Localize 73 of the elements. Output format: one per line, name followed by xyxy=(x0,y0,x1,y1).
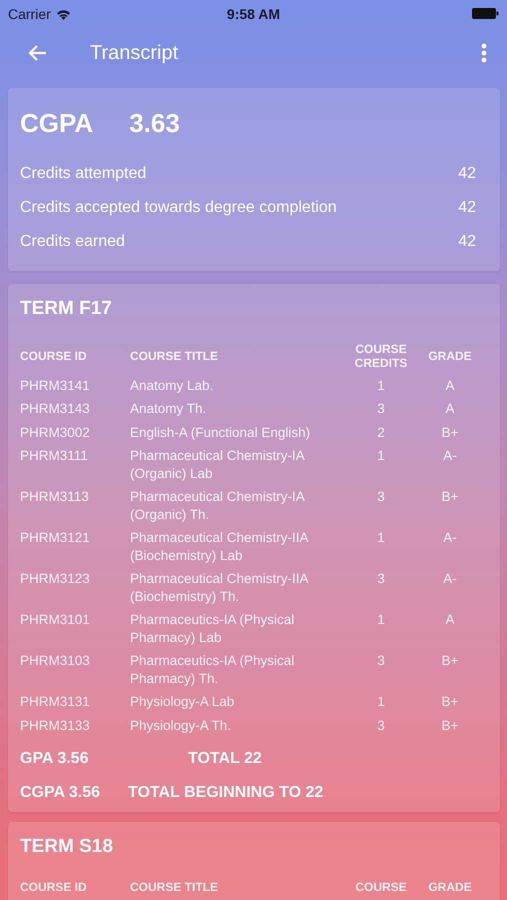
course-id: PHRM3141 xyxy=(20,376,91,394)
course-id: PHRM3131 xyxy=(20,693,91,711)
credits-label: Credits accepted towards degree completion xyxy=(20,199,337,217)
course-id: PHRM3133 xyxy=(20,716,91,734)
course-credits: 3 xyxy=(377,400,385,418)
course-credits: 3 xyxy=(377,570,385,588)
course-credits: 2 xyxy=(377,424,385,442)
course-id: PHRM3123 xyxy=(20,570,91,588)
course-grade: B+ xyxy=(442,693,458,711)
course-credits: 1 xyxy=(377,611,385,630)
course-grade: A- xyxy=(443,447,457,466)
course-title: Pharmaceutical Chemistry-IA (Organic) Th. xyxy=(130,488,306,524)
course-id: PHRM3002 xyxy=(20,424,91,442)
cgpa-label: CGPA xyxy=(20,108,94,139)
course-title: Anatomy Th. xyxy=(130,400,208,418)
course-title: Pharmaceutics-IA (Physical Pharmacy) Th. xyxy=(130,652,296,688)
term-title: TERM S18 xyxy=(20,836,114,858)
course-title: Pharmaceutical Chemistry-IIA (Biochemistry) Th. xyxy=(130,570,310,606)
course-grade: B+ xyxy=(442,424,458,442)
course-grade: A xyxy=(445,376,454,394)
course-credits: 1 xyxy=(377,529,385,548)
screen-title: Transcript xyxy=(90,42,180,64)
course-grade: B+ xyxy=(442,652,458,670)
course-credits: 3 xyxy=(377,652,385,670)
credits-value: 42 xyxy=(458,233,476,251)
course-id: PHRM3103 xyxy=(20,652,91,670)
column-header: COURSE CREDITS xyxy=(354,342,408,371)
term-cgpa: CGPA 3.56 xyxy=(20,784,102,802)
course-id: PHRM3121 xyxy=(20,529,91,548)
column-header: COURSE TITLE xyxy=(130,349,220,364)
course-title: Pharmaceutics-IA (Physical Pharmacy) Lab xyxy=(130,611,296,646)
credits-label: Credits attempted xyxy=(20,165,146,183)
term-gpa: GPA 3.56 xyxy=(20,750,90,768)
course-credits: 1 xyxy=(377,376,385,394)
credits-value: 42 xyxy=(458,165,476,183)
course-title: Physiology-A Lab xyxy=(130,693,236,711)
cgpa-value: 3.63 xyxy=(129,108,180,139)
course-grade: A xyxy=(445,400,454,418)
credits-value: 42 xyxy=(458,199,476,217)
column-header: COURSE ID xyxy=(20,349,88,364)
course-credits: 1 xyxy=(377,447,385,466)
status-time: 9:58 AM xyxy=(226,6,280,22)
course-grade: A- xyxy=(443,529,457,548)
column-header: GRADE xyxy=(428,349,472,364)
column-header: GRADE xyxy=(428,880,472,894)
back-arrow-icon xyxy=(28,44,48,62)
battery-icon xyxy=(472,8,499,19)
course-id: PHRM3113 xyxy=(20,488,90,506)
course-grade: A xyxy=(445,611,454,630)
course-id: PHRM3101 xyxy=(20,611,91,630)
column-header: COURSE TITLE xyxy=(130,880,220,894)
column-header: COURSE ID xyxy=(20,880,88,894)
carrier-label: Carrier xyxy=(8,6,51,22)
course-title: English-A (Functional English) xyxy=(130,424,312,442)
total-beginning: TOTAL BEGINNING TO 22 xyxy=(128,784,324,802)
course-grade: B+ xyxy=(442,488,458,506)
course-grade: B+ xyxy=(442,716,458,734)
column-header: COURSE xyxy=(354,880,408,895)
course-title: Physiology-A Th. xyxy=(130,716,232,734)
term-total: TOTAL 22 xyxy=(188,750,262,768)
course-credits: 3 xyxy=(377,488,385,506)
course-credits: 1 xyxy=(377,693,385,711)
credits-label: Credits earned xyxy=(20,233,125,251)
course-grade: A- xyxy=(443,570,457,588)
more-icon xyxy=(481,43,487,63)
term-title: TERM F17 xyxy=(20,298,113,320)
course-id: PHRM3111 xyxy=(20,447,89,466)
course-credits: 3 xyxy=(377,716,385,734)
course-title: Pharmaceutical Chemistry-IA (Organic) Lab xyxy=(130,447,306,482)
course-id: PHRM3143 xyxy=(20,400,91,418)
course-title: Pharmaceutical Chemistry-IIA (Biochemistry) Lab xyxy=(130,529,310,564)
course-title: Anatomy Lab. xyxy=(130,376,214,394)
wifi-icon xyxy=(56,8,71,20)
